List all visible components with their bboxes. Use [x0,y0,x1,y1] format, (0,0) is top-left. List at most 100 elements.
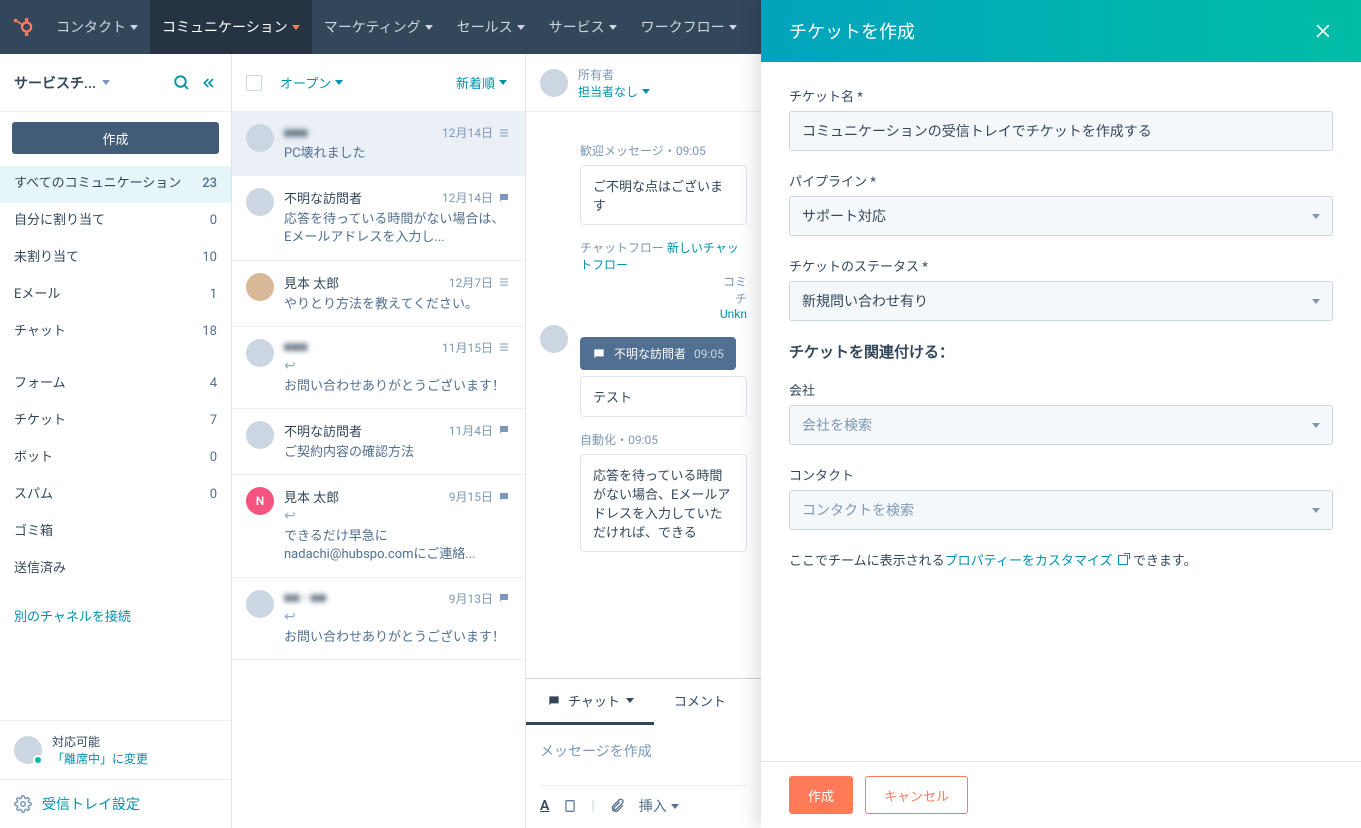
tab-chat[interactable]: チャット [526,679,654,725]
create-ticket-panel: チケットを作成 チケット名 * パイプライン * サポート対応 チケットのステー… [761,0,1361,828]
visitor-avatar [540,325,568,353]
nav-sales[interactable]: セールス [445,0,537,54]
sidebar-views: すべてのコミュニケーション23自分に割り当て0未割り当て10Eメール1チャット1… [0,166,231,596]
sidebar-item[interactable]: ゴミ箱 [0,514,231,551]
sidebar-item[interactable]: 送信済み [0,551,231,588]
status-filter[interactable]: オープン [280,73,343,92]
nav-communications[interactable]: コミュニケーション [150,0,312,54]
sidebar-item[interactable]: チャット18 [0,314,231,351]
collapse-icon[interactable] [201,75,217,91]
sidebar-item[interactable]: すべてのコミュニケーション23 [0,166,231,203]
conversation-pane: 所有者 担当者なし 歓迎メッセージ•09:05 ご不明な点はございます チャット… [526,54,761,828]
nav-contacts[interactable]: コンタクト [44,0,150,54]
avatar: N [246,487,274,515]
conversation-list-item[interactable]: 不明な訪問者 12月14日 応答を待っている時間がない場合は、Eメールアドレスを… [232,176,525,260]
status-dot [33,755,43,765]
message-composer[interactable]: メッセージを作成 [540,737,747,785]
conversation-list-item[interactable]: 見本 太郎 12月7日 やりとり方法を教えてください。 [232,261,525,327]
conversation-list: オープン 新着順 ■■■ 12月14日 PC壊れました 不明な訪問者 12月14… [232,54,526,828]
inbox-selector[interactable]: サービスチ... [14,73,163,93]
avatar [246,590,274,618]
chevron-down-icon [729,25,737,30]
chevron-down-icon [1312,214,1320,219]
format-button[interactable] [563,798,577,814]
tab-comment[interactable]: コメント [654,679,746,725]
gear-icon [14,795,32,813]
compose-button[interactable]: 作成 [12,122,219,154]
ticket-name-label: チケット名 * [789,86,1333,105]
nav-marketing[interactable]: マーケティング [312,0,445,54]
contact-label: コンタクト [789,465,1333,484]
sidebar-item[interactable]: Eメール1 [0,277,231,314]
chevron-down-icon [609,25,617,30]
inbox-settings-link[interactable]: 受信トレイ設定 [0,779,231,828]
chevron-down-icon [499,80,507,85]
panel-title: チケットを作成 [789,18,915,44]
contact-select[interactable]: コンタクトを検索 [789,490,1333,530]
chat-icon [546,694,562,708]
sidebar-item[interactable]: 未割り当て10 [0,240,231,277]
sidebar-item[interactable]: スパム0 [0,477,231,514]
avatar [246,273,274,301]
nav-service[interactable]: サービス [537,0,629,54]
ticket-status-select[interactable]: 新規問い合わせ有り [789,281,1333,321]
user-avatar [14,736,42,764]
company-label: 会社 [789,380,1333,399]
chevron-down-icon [425,25,433,30]
owner-avatar [540,69,568,97]
text-color-button[interactable]: A [540,798,549,814]
avatar [246,339,274,367]
chevron-down-icon [1312,508,1320,513]
chevron-down-icon [1312,299,1320,304]
avatar [246,124,274,152]
chevron-down-icon [1312,423,1320,428]
insert-dropdown[interactable]: 挿入 [639,796,679,816]
company-select[interactable]: 会社を検索 [789,405,1333,445]
chevron-down-icon [335,80,343,85]
chevron-down-icon [517,25,525,30]
pipeline-label: パイプライン * [789,171,1333,190]
visitor-header: 不明な訪問者09:05 [580,337,736,370]
owner-label: 所有者 [578,66,650,83]
conversation-list-item[interactable]: ■■■ 11月15日 ↩ お問い合わせありがとうございます！ [232,327,525,409]
sidebar-item[interactable]: チケット7 [0,403,231,440]
cancel-button[interactable]: キャンセル [865,776,968,814]
chevron-down-icon [292,25,300,30]
chevron-down-icon [626,698,634,703]
connect-channel-link[interactable]: 別のチャネルを接続 [0,596,231,635]
owner-dropdown[interactable]: 担当者なし [578,83,650,100]
nav-workflows[interactable]: ワークフロー [629,0,749,54]
sidebar-item[interactable]: 自分に割り当て0 [0,203,231,240]
sidebar: サービスチ... 作成 すべてのコミュニケーション23自分に割り当て0未割り当て… [0,54,232,828]
sidebar-item[interactable]: フォーム4 [0,366,231,403]
associate-heading: チケットを関連付ける： [789,341,1333,362]
welcome-message-bubble: ご不明な点はございます [580,165,747,225]
external-link-icon [1118,555,1128,565]
conversation-list-item[interactable]: ■■ - ■■ 9月13日 ↩ お問い合わせありがとうございます！ [232,578,525,660]
ticket-status-label: チケットのステータス * [789,256,1333,275]
chat-icon [592,347,606,361]
conversation-list-item[interactable]: ■■■ 12月14日 PC壊れました [232,112,525,176]
hubspot-logo[interactable] [0,16,44,38]
conversation-list-item[interactable]: 不明な訪問者 11月4日 ご契約内容の確認方法 [232,409,525,475]
chevron-down-icon [130,25,138,30]
ticket-name-input[interactable] [789,111,1333,151]
select-all-checkbox[interactable] [246,75,262,91]
chevron-down-icon [671,804,679,809]
availability-status[interactable]: 対応可能 「離席中」に変更 [0,721,231,779]
conversation-list-item[interactable]: N 見本 太郎 9月15日 ↩ できるだけ早急に nadachi@hubspo.… [232,475,525,577]
search-icon[interactable] [173,74,191,92]
pipeline-select[interactable]: サポート対応 [789,196,1333,236]
sort-dropdown[interactable]: 新着順 [456,73,507,92]
chevron-down-icon [642,89,650,94]
close-icon[interactable] [1313,21,1333,41]
create-button[interactable]: 作成 [789,776,853,814]
avatar [246,188,274,216]
automation-message-bubble: 応答を待っている時間がない場合、Eメールアドレスを入力していただければ、できる [580,454,747,552]
visitor-message-bubble: テスト [580,376,747,417]
chevron-down-icon [102,80,110,85]
customize-properties-link[interactable]: プロパティーをカスタマイズ [945,554,1130,569]
attachment-button[interactable] [609,798,625,814]
avatar [246,421,274,449]
sidebar-item[interactable]: ボット0 [0,440,231,477]
